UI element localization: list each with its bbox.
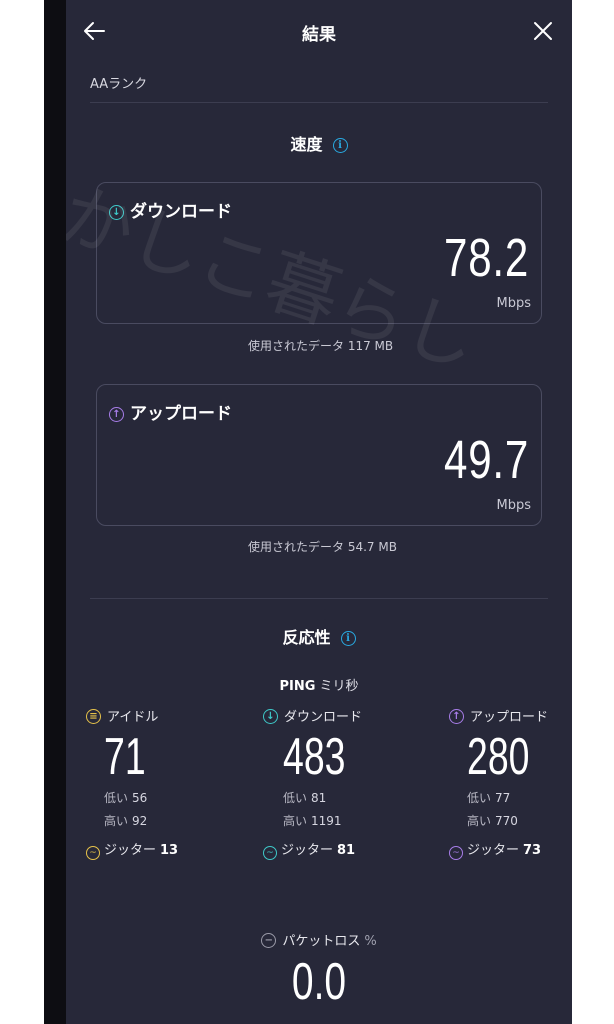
download-value: 78.2 [443,228,529,288]
upload-value: 49.7 [443,430,529,490]
upload-unit: Mbps [496,498,532,513]
download-high: 高い 1191 [283,812,370,829]
jitter-value: 81 [337,843,356,858]
idle-high: 高い 92 [104,812,178,829]
download-data-used: 使用されたデータ 117 MB [248,339,394,353]
download-unit: Mbps [496,296,532,311]
low-label: 低い [104,791,129,805]
speed-section-title: 速度 i [66,131,572,155]
upload-ping-label: アップロード [470,710,549,725]
packet-loss-label: − パケットロス% [66,930,572,949]
download-low: 低い 81 [283,789,370,806]
packet-loss-unit: % [364,934,377,949]
info-icon[interactable]: i [332,138,348,153]
upload-high: 高い 770 [467,812,554,829]
results-screen: 結果 AAランク 速度 i ↓ ダウンロード 78.2 Mbps 使用されたデータ … [66,0,572,1024]
ping-label-text: PING [279,679,316,694]
jitter-value: 73 [523,843,542,858]
packet-loss-text: パケットロス [282,934,361,949]
download-ping-label: ダウンロード [284,710,363,725]
rank-label: AAランク [90,77,148,92]
close-button[interactable] [528,16,558,46]
jitter-value: 13 [160,843,179,858]
download-ping-head: ↓ ダウンロード [263,706,370,725]
jitter-wave-icon: ~ [263,846,277,860]
upload-data-used: 使用されたデータ 54.7 MB [248,540,397,554]
left-edge-bar [44,0,66,1024]
responsiveness-section-title: 反応性 i [66,624,572,648]
high-label: 高い [467,814,492,828]
download-label: ↓ ダウンロード [109,197,232,222]
idle-label: アイドル [107,710,159,725]
high-label: 高い [104,814,129,828]
idle-jitter: ~ ジッター 13 [86,839,178,860]
upload-jitter: ~ ジッター 73 [449,839,554,860]
ping-column-idle: ≡ アイドル 71 低い 56 高い 92 ~ ジッター 13 [86,706,178,860]
packet-loss-value: 0.0 [291,953,347,1011]
ping-column-upload: ↑ アップロード 280 低い 77 高い 770 ~ ジッター 73 [449,706,554,860]
idle-icon: ≡ [86,709,101,724]
ping-unit: ミリ秒 [319,679,359,694]
download-arrow-icon: ↓ [109,205,124,220]
close-icon [534,22,552,40]
low-value: 77 [495,791,511,805]
low-label: 低い [283,791,308,805]
idle-head: ≡ アイドル [86,706,178,725]
jitter-wave-icon: ~ [449,846,463,860]
download-jitter: ~ ジッター 81 [263,839,370,860]
jitter-label: ジッター [281,843,334,858]
high-value: 92 [132,814,148,828]
download-card: ↓ ダウンロード 78.2 Mbps [96,182,542,324]
upload-label: ↑ アップロード [109,399,232,424]
upload-label-text: アップロード [130,404,232,424]
upload-card: ↑ アップロード 49.7 Mbps [96,384,542,526]
download-label-text: ダウンロード [130,202,232,222]
idle-ping-value: 71 [104,728,146,786]
high-label: 高い [283,814,308,828]
jitter-label: ジッター [467,843,520,858]
high-value: 1191 [311,814,342,828]
low-value: 56 [132,791,148,805]
jitter-wave-icon: ~ [86,846,100,860]
divider [90,598,548,599]
responsiveness-title-text: 反応性 [282,628,331,647]
jitter-label: ジッター [104,843,157,858]
high-value: 770 [495,814,518,828]
low-label: 低い [467,791,492,805]
page-title: 結果 [302,25,336,45]
packet-loss-icon: − [261,933,277,948]
top-bar: 結果 [66,0,572,60]
idle-low: 低い 56 [104,789,178,806]
upload-ping-value: 280 [467,728,530,786]
ping-label: PING ミリ秒 [66,675,572,694]
download-arrow-icon: ↓ [263,709,278,724]
ping-column-download: ↓ ダウンロード 483 低い 81 高い 1191 ~ ジッター 81 [263,706,370,860]
speed-title-text: 速度 [290,135,323,154]
upload-low: 低い 77 [467,789,554,806]
download-ping-value: 483 [283,728,346,786]
info-icon[interactable]: i [340,631,356,646]
upload-arrow-icon: ↑ [109,407,124,422]
upload-arrow-icon: ↑ [449,709,464,724]
divider [90,102,548,103]
upload-ping-head: ↑ アップロード [449,706,554,725]
low-value: 81 [311,791,327,805]
